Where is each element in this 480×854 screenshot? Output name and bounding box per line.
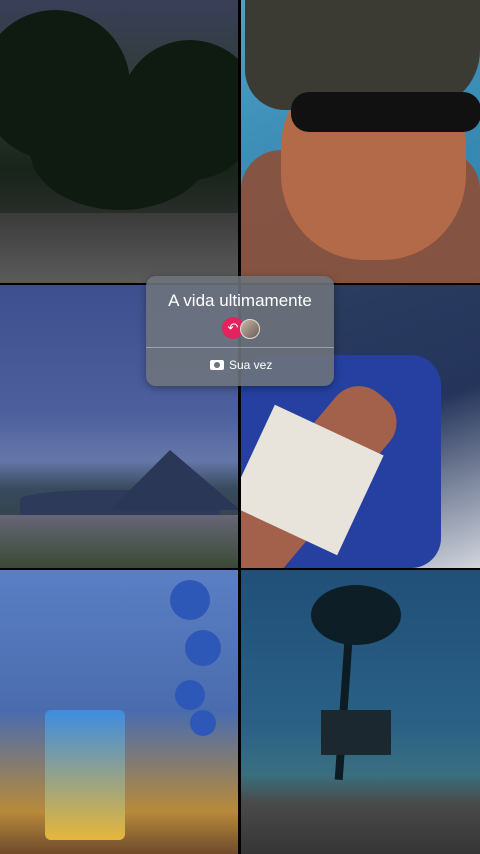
divider <box>146 347 334 348</box>
park-trees-photo <box>0 0 238 283</box>
avatar <box>240 319 260 339</box>
camera-icon <box>210 360 224 370</box>
prompt-title: A vida ultimamente <box>168 291 312 310</box>
palm-beach-photo <box>241 570 480 854</box>
your-turn-button[interactable]: Sua vez <box>229 358 272 372</box>
photo-collage <box>0 0 480 854</box>
sonic-party-photo <box>0 570 238 854</box>
story-prompt-sticker[interactable]: A vida ultimamente ↶ Sua vez <box>146 276 334 386</box>
selfie-pool-photo <box>241 0 480 283</box>
